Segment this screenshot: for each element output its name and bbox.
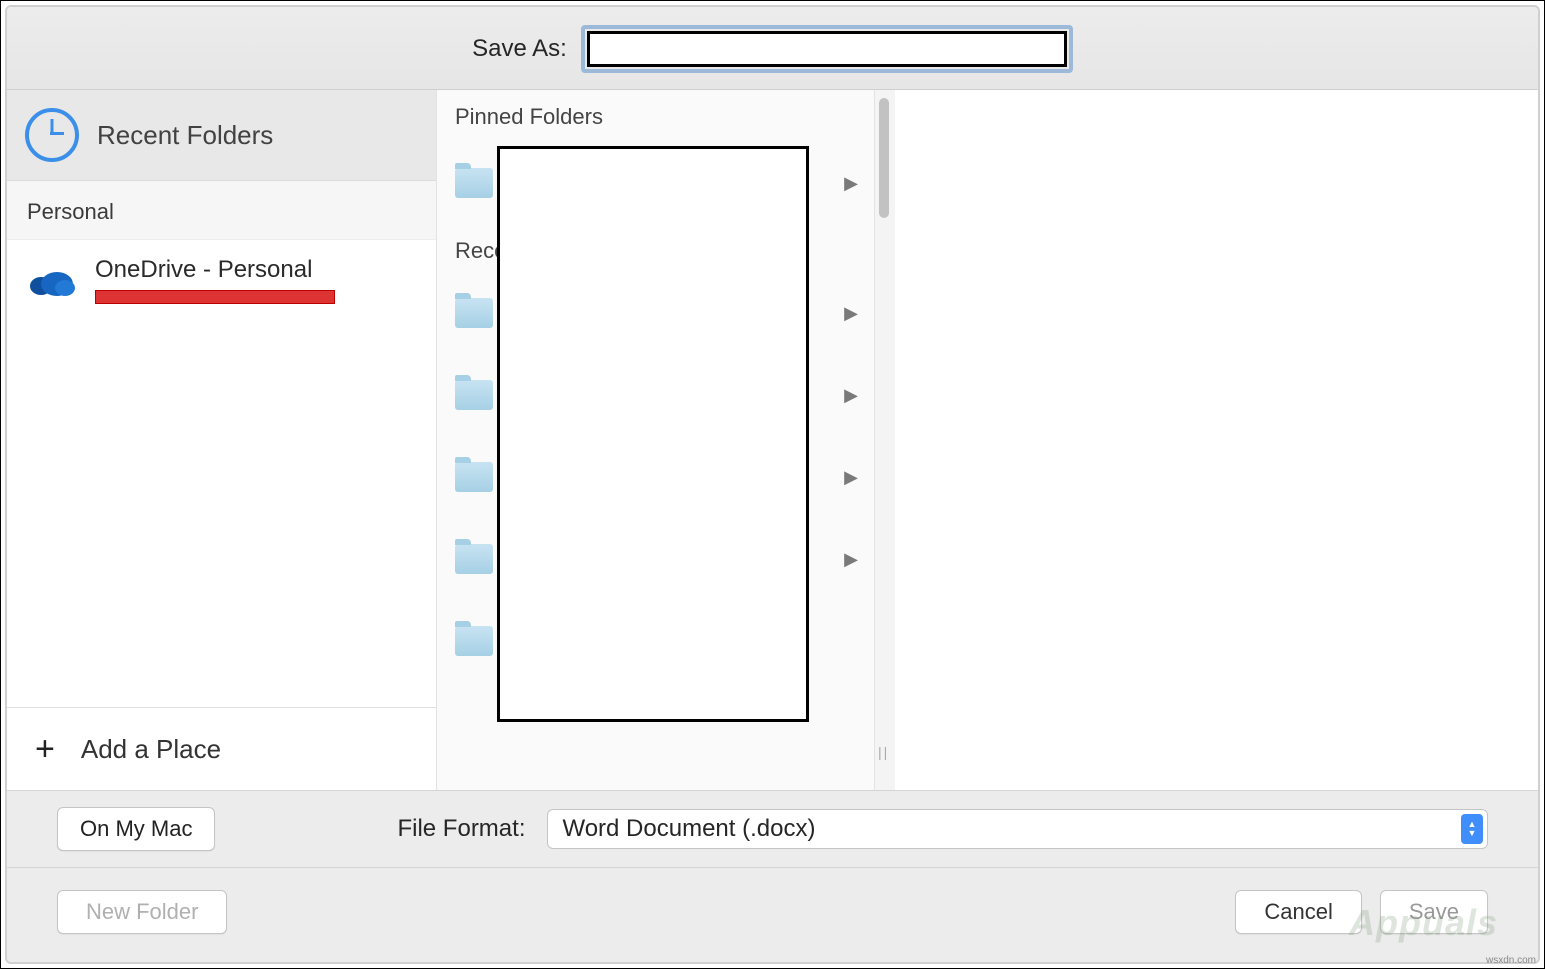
dialog-body: Recent Folders Personal OneDrive - Perso… bbox=[7, 90, 1538, 790]
onedrive-icon bbox=[27, 262, 75, 298]
folder-icon bbox=[455, 544, 493, 574]
onedrive-title: OneDrive - Personal bbox=[95, 256, 335, 284]
file-format-label: File Format: bbox=[397, 815, 525, 843]
save-as-label: Save As: bbox=[472, 35, 567, 63]
scrollbar[interactable]: || bbox=[875, 90, 895, 790]
filename-focus-ring bbox=[581, 25, 1073, 73]
save-as-header: Save As: bbox=[7, 7, 1538, 90]
folder-icon bbox=[455, 168, 493, 198]
redacted-account bbox=[95, 290, 335, 304]
sidebar: Recent Folders Personal OneDrive - Perso… bbox=[7, 90, 437, 790]
onedrive-text: OneDrive - Personal bbox=[95, 256, 335, 304]
folder-icon bbox=[455, 298, 493, 328]
plus-icon: + bbox=[35, 732, 55, 766]
chevron-right-icon: ▶ bbox=[844, 549, 858, 570]
cancel-button[interactable]: Cancel bbox=[1235, 890, 1361, 934]
sidebar-spacer bbox=[7, 320, 436, 707]
select-caret-icon: ▲▼ bbox=[1461, 814, 1483, 844]
dialog-inner: Save As: Recent Folders Personal bbox=[5, 5, 1540, 964]
add-place-label: Add a Place bbox=[81, 734, 221, 765]
save-button[interactable]: Save bbox=[1380, 890, 1488, 934]
filename-input[interactable] bbox=[587, 31, 1067, 67]
sidebar-section-personal: Personal bbox=[7, 181, 436, 240]
sidebar-item-onedrive[interactable]: OneDrive - Personal bbox=[7, 240, 436, 320]
sidebar-item-recent-folders[interactable]: Recent Folders bbox=[7, 90, 436, 181]
format-bar: On My Mac File Format: Word Document (.d… bbox=[7, 790, 1538, 868]
folder-icon bbox=[455, 626, 493, 656]
folder-icon bbox=[455, 380, 493, 410]
chevron-right-icon: ▶ bbox=[844, 385, 858, 406]
folder-icon bbox=[455, 462, 493, 492]
chevron-right-icon: ▶ bbox=[844, 173, 858, 194]
clock-icon bbox=[25, 108, 79, 162]
new-folder-button[interactable]: New Folder bbox=[57, 890, 227, 934]
file-format-value: Word Document (.docx) bbox=[562, 815, 815, 843]
recent-folders-label: Recent Folders bbox=[97, 120, 273, 151]
save-dialog: Save As: Recent Folders Personal bbox=[0, 0, 1545, 969]
file-format-select[interactable]: Word Document (.docx) ▲▼ bbox=[547, 809, 1488, 849]
sidebar-item-add-place[interactable]: + Add a Place bbox=[7, 707, 436, 790]
chevron-right-icon: ▶ bbox=[844, 467, 858, 488]
redaction-overlay bbox=[497, 146, 809, 722]
scrollbar-thumb[interactable] bbox=[879, 98, 889, 218]
on-my-mac-button[interactable]: On My Mac bbox=[57, 807, 215, 851]
chevron-right-icon: ▶ bbox=[844, 303, 858, 324]
preview-panel bbox=[895, 90, 1538, 790]
resize-handle-icon: || bbox=[878, 744, 889, 760]
button-bar: New Folder Cancel Save bbox=[7, 868, 1538, 962]
pinned-folders-header: Pinned Folders bbox=[437, 90, 874, 142]
folder-column: Pinned Folders ▶ Rece ▶ ▶ bbox=[437, 90, 875, 790]
